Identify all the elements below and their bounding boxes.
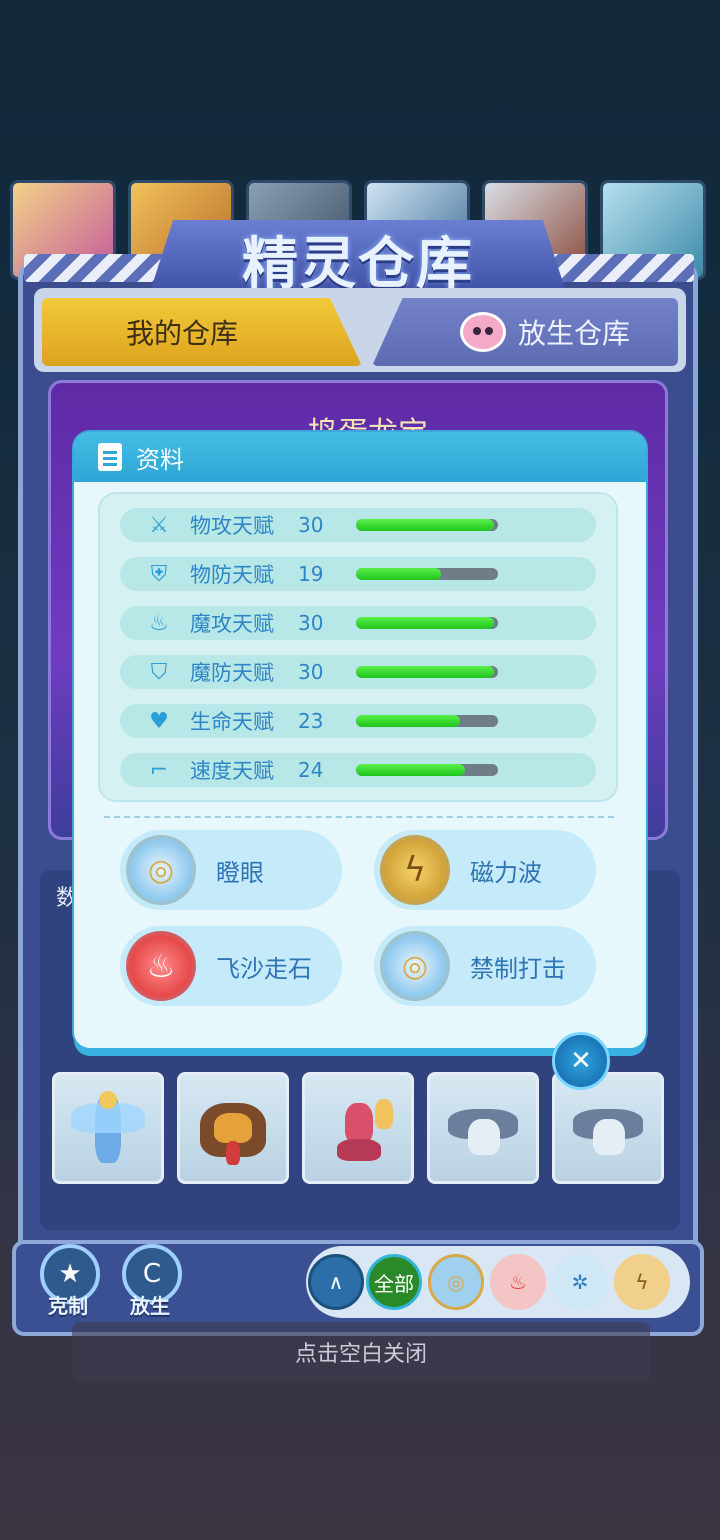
stat-label: 生命天赋 <box>190 710 274 734</box>
info-dialog: 资料 ⚔ 物攻天赋 30 ⛨ 物防天赋 19 ♨ 魔攻天赋 30 ⛉ 魔防天赋 … <box>74 432 646 1048</box>
talent-stats: ⚔ 物攻天赋 30 ⛨ 物防天赋 19 ♨ 魔攻天赋 30 ⛉ 魔防天赋 30 … <box>98 492 618 802</box>
filter-normal[interactable]: ◎ <box>428 1254 484 1310</box>
stat-row: ⛨ 物防天赋 19 <box>120 557 596 591</box>
document-icon <box>98 443 122 471</box>
stat-bar <box>356 617 498 629</box>
stat-label: 速度天赋 <box>190 759 274 783</box>
stat-bar <box>356 568 498 580</box>
stat-bar <box>356 764 498 776</box>
skill-name: 禁制打击 <box>470 954 566 983</box>
pet-cell[interactable] <box>302 1072 414 1184</box>
stat-value: 30 <box>298 660 324 684</box>
tab-label: 放生仓库 <box>517 317 630 350</box>
pet-portrait <box>440 1089 526 1167</box>
decor-stripe <box>544 254 694 282</box>
electric-skill-icon: ϟ <box>380 835 450 905</box>
stat-label: 物防天赋 <box>190 563 274 587</box>
stat-value: 19 <box>298 562 324 586</box>
close-button[interactable]: ✕ <box>552 1032 610 1090</box>
stat-row: ⌐ 速度天赋 24 <box>120 753 596 787</box>
electric-type-icon: ϟ <box>635 1270 649 1294</box>
normal-type-icon: ◎ <box>447 1270 465 1294</box>
normal-skill-icon: ◎ <box>380 931 450 1001</box>
stat-label: 魔防天赋 <box>190 661 274 685</box>
skill-name: 瞪眼 <box>216 858 264 887</box>
boot-icon: ⌐ <box>149 757 169 783</box>
stat-bar-fill <box>356 617 494 629</box>
fire-type-icon: ♨ <box>509 1270 527 1294</box>
pet-portrait <box>565 1089 651 1167</box>
skill-item[interactable]: ♨ 飞沙走石 <box>120 926 342 1006</box>
close-hint[interactable]: 点击空白关闭 <box>72 1322 650 1382</box>
tab-label: 我的仓库 <box>125 317 238 350</box>
pet-portrait <box>65 1089 151 1167</box>
stat-bar-fill <box>356 568 442 580</box>
stat-row: ♨ 魔攻天赋 30 <box>120 606 596 640</box>
sword-icon: ⚔ <box>149 512 169 538</box>
skill-item[interactable]: ◎ 瞪眼 <box>120 830 342 910</box>
skill-name: 飞沙走石 <box>216 954 312 983</box>
stat-value: 23 <box>298 709 324 733</box>
skill-item[interactable]: ◎ 禁制打击 <box>374 926 596 1006</box>
magic-shield-icon: ⛉ <box>150 659 168 685</box>
skill-item[interactable]: ϟ 磁力波 <box>374 830 596 910</box>
tab-release-warehouse[interactable]: 放生仓库 <box>372 298 678 366</box>
pet-icon <box>459 312 506 352</box>
heart-plus-icon: ♥ <box>149 708 169 734</box>
filter-wind[interactable]: ✲ <box>552 1254 608 1310</box>
stat-value: 24 <box>298 758 324 782</box>
title-plate: 精灵仓库 <box>148 220 568 298</box>
stat-bar-fill <box>356 715 460 727</box>
dialog-header: 资料 <box>74 432 646 482</box>
filter-all[interactable]: 全部 <box>366 1254 422 1310</box>
skill-name: 磁力波 <box>470 858 542 887</box>
close-icon: ✕ <box>570 1046 592 1076</box>
shield-icon: ⛨ <box>150 561 168 587</box>
pet-cell[interactable] <box>177 1072 289 1184</box>
chevron-up-icon: ∧ <box>328 1270 344 1294</box>
stat-label: 物攻天赋 <box>190 514 274 538</box>
stat-bar <box>356 715 498 727</box>
wind-type-icon: ✲ <box>571 1270 589 1294</box>
filter-all-label: 全部 <box>374 1271 414 1296</box>
collapse-button[interactable]: ∧ <box>308 1254 364 1310</box>
pet-portrait <box>315 1089 401 1167</box>
pet-cell[interactable] <box>427 1072 539 1184</box>
stat-value: 30 <box>298 513 324 537</box>
fire-skill-icon: ♨ <box>126 931 196 1001</box>
pet-portrait <box>190 1089 276 1167</box>
stat-bar <box>356 519 498 531</box>
counter-label: 克制 <box>48 1294 88 1318</box>
tab-my-warehouse[interactable]: 我的仓库 <box>42 298 362 366</box>
stat-row: ⚔ 物攻天赋 30 <box>120 508 596 542</box>
stat-bar-fill <box>356 519 494 531</box>
stat-bar-fill <box>356 764 466 776</box>
stat-value: 30 <box>298 611 324 635</box>
filter-electric[interactable]: ϟ <box>614 1254 670 1310</box>
filter-fire[interactable]: ♨ <box>490 1254 546 1310</box>
normal-skill-icon: ◎ <box>126 835 196 905</box>
decor-stripe <box>24 254 174 282</box>
flame-icon: ♨ <box>149 610 169 636</box>
star-icon: ★ <box>58 1259 82 1289</box>
pet-cell[interactable] <box>52 1072 164 1184</box>
stat-row: ⛉ 魔防天赋 30 <box>120 655 596 689</box>
dialog-title: 资料 <box>136 445 184 474</box>
release-label: 放生 <box>130 1294 170 1318</box>
close-hint-text: 点击空白关闭 <box>294 1342 427 1367</box>
section-divider <box>104 816 614 818</box>
pet-cell[interactable] <box>552 1072 664 1184</box>
stat-label: 魔攻天赋 <box>190 612 274 636</box>
stat-bar <box>356 666 498 678</box>
stat-bar-fill <box>356 666 494 678</box>
stat-row: ♥ 生命天赋 23 <box>120 704 596 738</box>
release-icon: C <box>142 1259 162 1289</box>
